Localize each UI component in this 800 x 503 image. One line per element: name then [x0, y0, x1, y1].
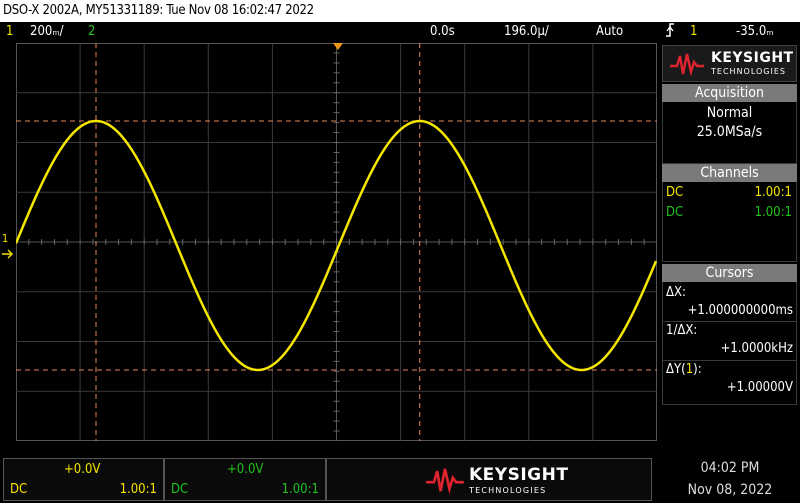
graticule — [16, 43, 657, 441]
trigger-channel[interactable]: 1 — [690, 22, 697, 42]
ch1-info-box[interactable]: +0.0V DC 1.00:1 — [3, 458, 164, 501]
delta-y-value: +1.00000V — [726, 380, 793, 395]
ch2-offset: +0.0V — [227, 462, 264, 477]
bottom-bar: +0.0V DC 1.00:1 +0.0V DC 1.00:1 KEYSIGHT… — [0, 456, 800, 503]
acquisition-mode: Normal — [706, 105, 753, 121]
ground-arrow-icon — [2, 244, 16, 263]
window-title-bar: DSO-X 2002A, MY51331189: Tue Nov 08 16:0… — [0, 0, 800, 22]
trigger-edge-icon[interactable] — [664, 22, 676, 45]
trigger-mode[interactable]: Auto — [596, 22, 623, 42]
ch1-scale[interactable]: 200ₘ/ — [30, 22, 64, 42]
time-reference[interactable]: 0.0s — [430, 22, 455, 42]
trigger-position-marker — [333, 43, 343, 50]
keysight-logo: KEYSIGHT TECHNOLOGIES — [662, 45, 797, 82]
inv-delta-x-value: +1.0000kHz — [720, 341, 793, 356]
ch2-bottom-probe: 1.00:1 — [281, 482, 319, 497]
ch1-bottom-probe: 1.00:1 — [119, 482, 157, 497]
trigger-level[interactable]: -35.0ₘ — [736, 22, 774, 42]
delta-x-label: ΔX: — [666, 285, 686, 300]
delta-x-value: +1.000000000ms — [687, 303, 793, 318]
ch2-bottom-coupling: DC — [171, 482, 189, 497]
keysight-logo-bottom: KEYSIGHT TECHNOLOGIES — [425, 464, 569, 496]
status-bar: 1 200ₘ/ 2 0.0s 196.0µ/ Auto 1 -35.0ₘ — [0, 22, 800, 42]
clock-time: 04:02 PM — [700, 460, 760, 476]
acquisition-panel: Normal 25.0MSa/s — [662, 102, 797, 164]
keysight-wave-icon — [426, 468, 464, 494]
cursors-panel: ΔX: +1.000000000ms 1/ΔX: +1.0000kHz ΔY(1… — [662, 282, 797, 405]
clock-date: Nov 08, 2022 — [687, 482, 773, 498]
logo-brand: KEYSIGHT — [711, 50, 794, 66]
inv-delta-x-label: 1/ΔX: — [666, 323, 698, 338]
sample-rate: 25.0MSa/s — [696, 124, 763, 140]
channels-header[interactable]: Channels — [662, 164, 797, 182]
delta-y-label: ΔY(1): — [666, 362, 702, 377]
ch2-label[interactable]: 2 — [88, 22, 95, 42]
ch1-coupling: DC — [666, 185, 684, 200]
side-panel: KEYSIGHT TECHNOLOGIES Acquisition Normal… — [659, 43, 800, 441]
ch2-coupling: DC — [666, 205, 684, 220]
channels-panel: DC 1.00:1 DC 1.00:1 — [662, 182, 797, 262]
logo-sub-bottom: TECHNOLOGIES — [469, 486, 547, 495]
ch1-label[interactable]: 1 — [6, 22, 13, 42]
time-scale[interactable]: 196.0µ/ — [504, 22, 549, 42]
waveform-display[interactable] — [16, 43, 657, 441]
logo-brand-bottom: KEYSIGHT — [469, 465, 569, 485]
window-title: DSO-X 2002A, MY51331189: Tue Nov 08 16:0… — [3, 3, 314, 18]
ch2-info-box[interactable]: +0.0V DC 1.00:1 — [164, 458, 326, 501]
logo-sub: TECHNOLOGIES — [711, 67, 786, 76]
ch1-probe: 1.00:1 — [754, 185, 792, 200]
keysight-wave-icon — [670, 53, 704, 76]
acquisition-header[interactable]: Acquisition — [662, 84, 797, 102]
ch1-offset: +0.0V — [64, 462, 101, 477]
ch2-probe: 1.00:1 — [754, 205, 792, 220]
cursors-header[interactable]: Cursors — [662, 264, 797, 282]
ch1-bottom-coupling: DC — [10, 482, 28, 497]
waveform-grid[interactable] — [16, 43, 657, 441]
